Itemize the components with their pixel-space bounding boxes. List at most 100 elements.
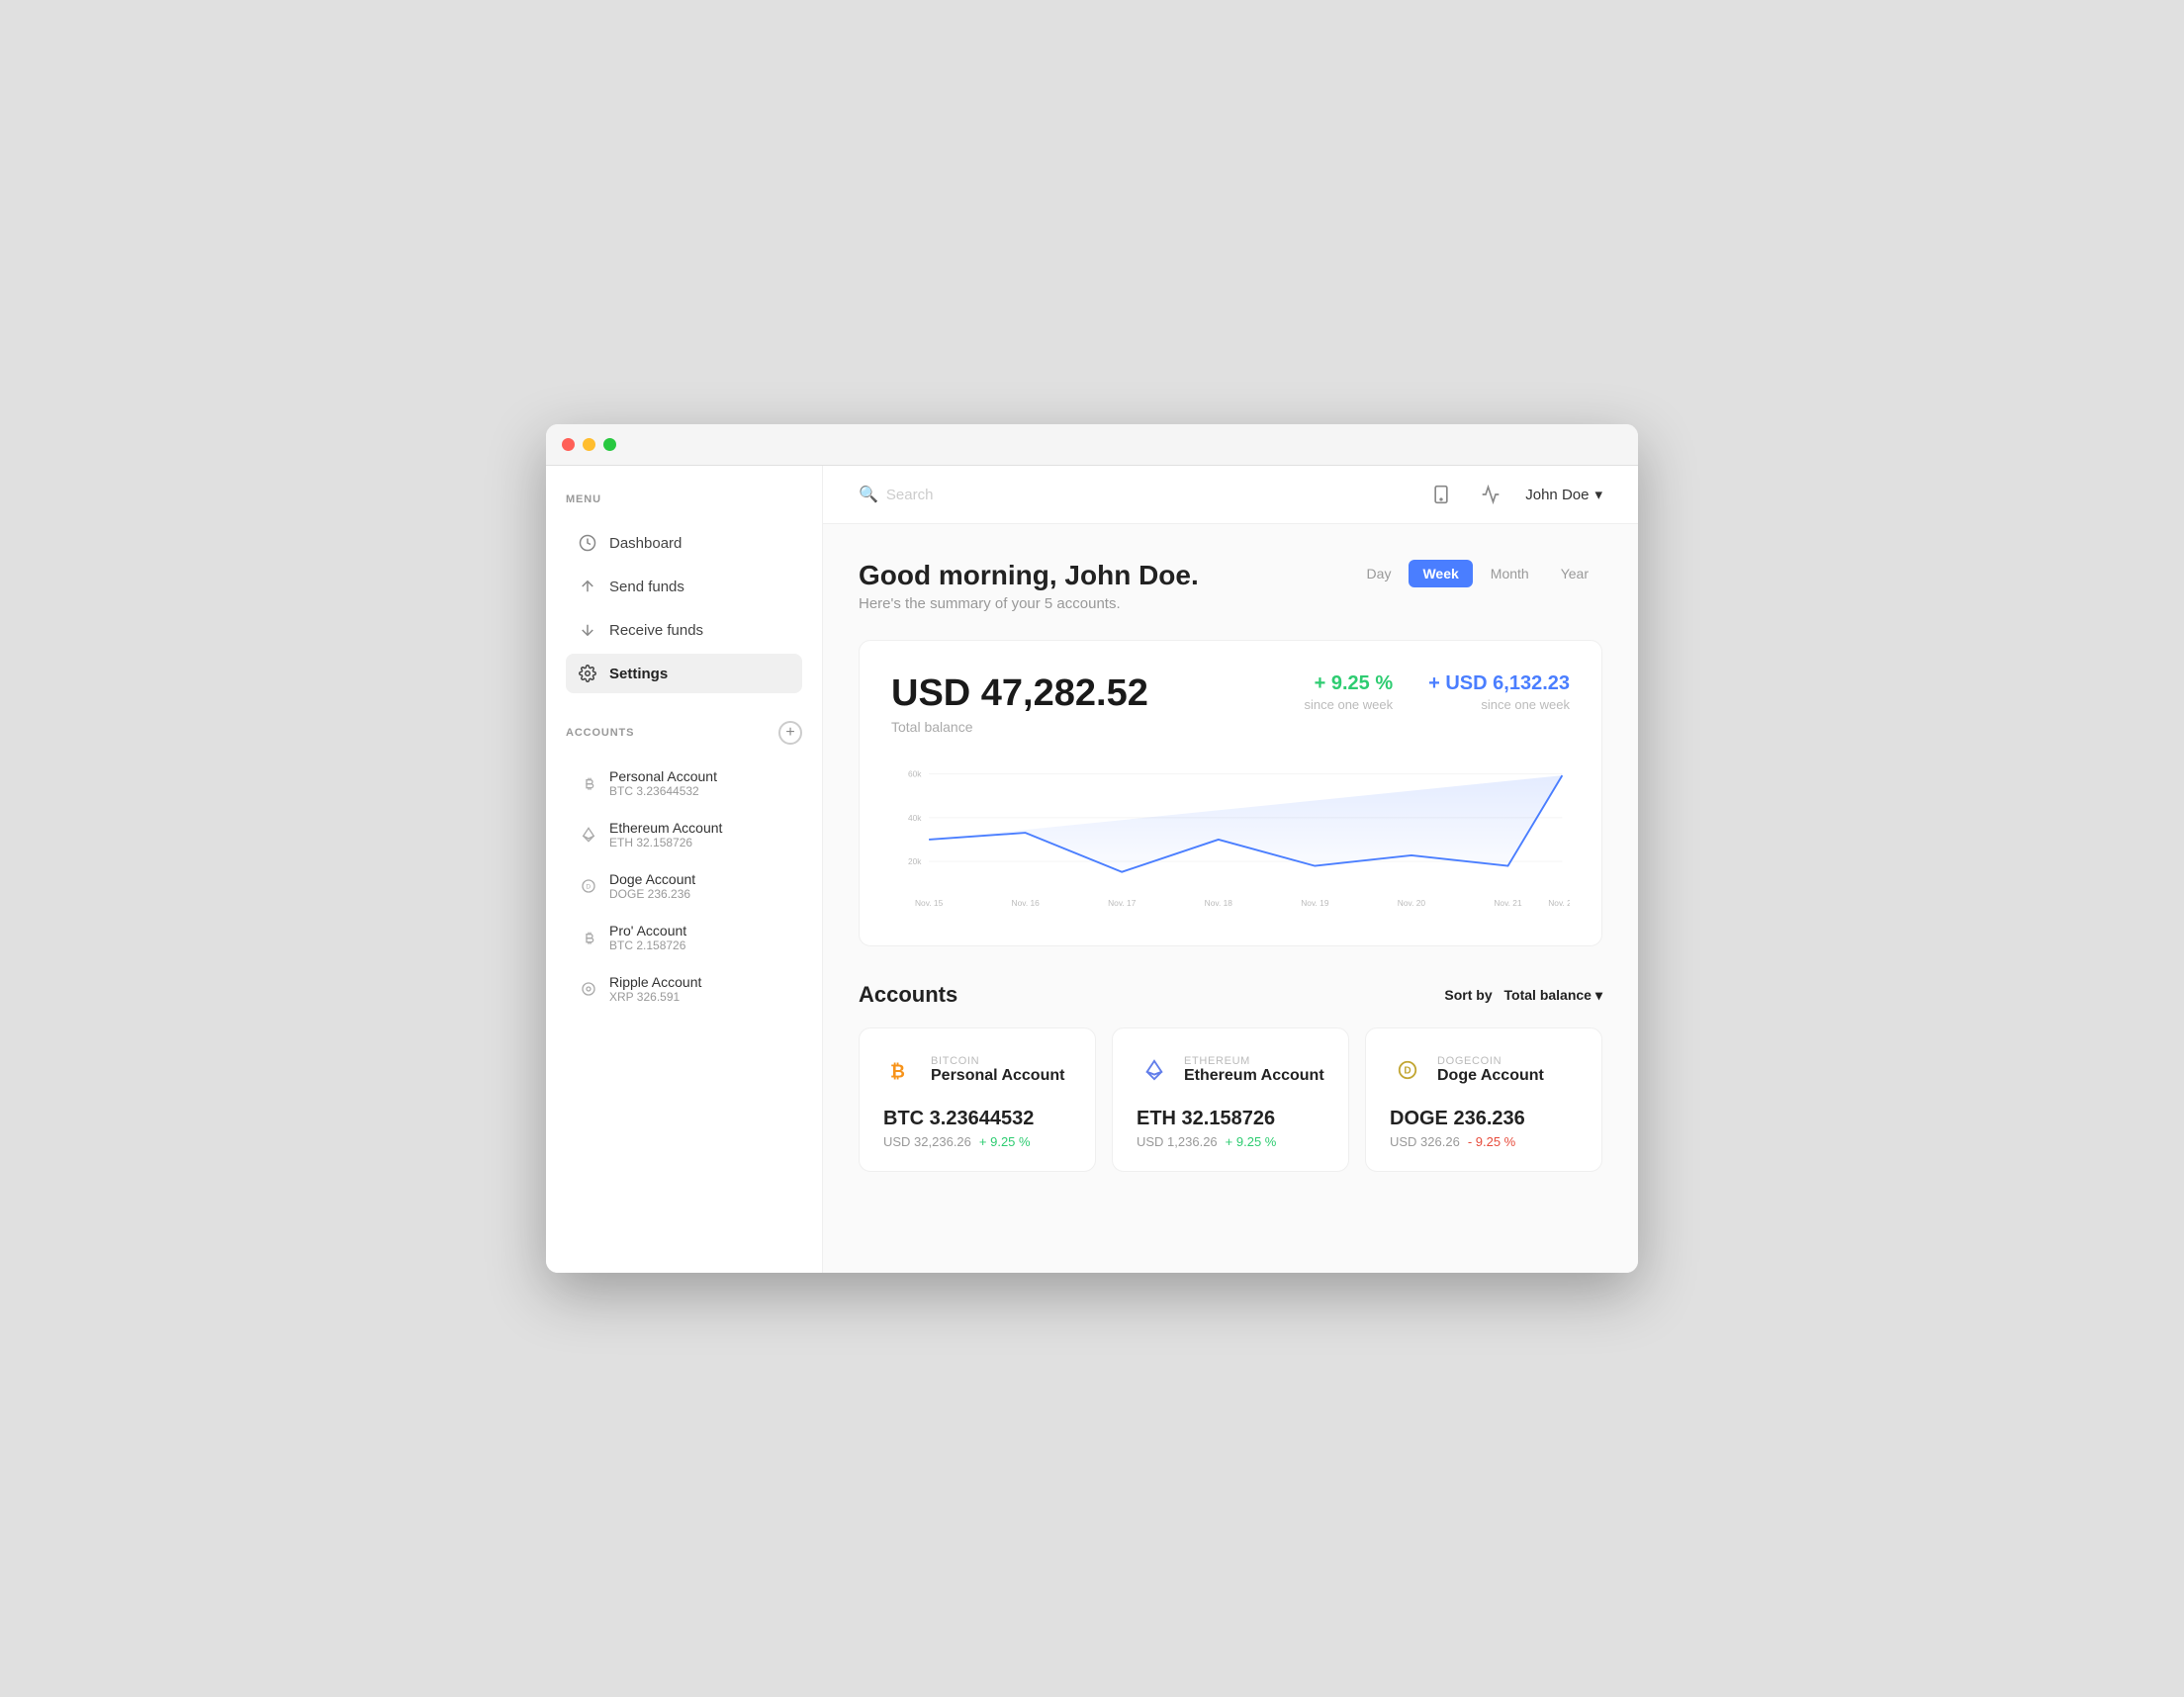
card-crypto-label: ETHEREUM: [1184, 1055, 1324, 1067]
accounts-section-header: Accounts Sort by Total balance ▾: [859, 982, 1602, 1008]
account-cards: ₿ BITCOIN Personal Account BTC 3.2364453…: [859, 1027, 1602, 1172]
svg-text:Nov. 17: Nov. 17: [1108, 898, 1137, 908]
sidebar-account-doge[interactable]: D Doge Account DOGE 236.236: [566, 861, 802, 911]
card-change: - 9.25 %: [1468, 1134, 1515, 1149]
sidebar-account-ethereum[interactable]: Ethereum Account ETH 32.158726: [566, 810, 802, 859]
user-name: John Doe: [1525, 487, 1589, 503]
greeting-title: Good morning, John Doe.: [859, 560, 1199, 591]
titlebar: [546, 424, 1638, 466]
gear-icon: [578, 664, 597, 683]
svg-text:Nov. 19: Nov. 19: [1301, 898, 1329, 908]
period-filters: Day Week Month Year: [1353, 560, 1602, 587]
sidebar-account-personal[interactable]: Personal Account BTC 3.23644532: [566, 759, 802, 808]
sort-label: Sort by: [1444, 987, 1492, 1003]
search-icon: 🔍: [859, 485, 878, 504]
accounts-section: Accounts Sort by Total balance ▾ ₿ BITCO…: [859, 982, 1602, 1172]
user-menu[interactable]: John Doe ▾: [1525, 486, 1602, 503]
account-card-ethereum[interactable]: ETHEREUM Ethereum Account ETH 32.158726 …: [1112, 1027, 1349, 1172]
doge-sidebar-icon: D: [578, 875, 599, 897]
greeting-sub: Here's the summary of your 5 accounts.: [859, 595, 1199, 612]
eth-sidebar-icon: [578, 824, 599, 846]
chevron-down-icon: ▾: [1594, 486, 1602, 503]
card-account-name: Doge Account: [1437, 1067, 1544, 1085]
minimize-dot[interactable]: [583, 438, 595, 451]
accounts-section-title: Accounts: [859, 982, 957, 1008]
page-content: Good morning, John Doe. Here's the summa…: [823, 524, 1638, 1207]
btc-card-icon: ₿: [883, 1052, 919, 1088]
accounts-section-label: ACCOUNTS: [566, 727, 634, 739]
eth-card-icon: [1137, 1052, 1172, 1088]
total-balance-label: Total balance: [891, 719, 1148, 735]
sidebar-item-send[interactable]: Send funds: [566, 567, 802, 606]
nav-label: Send funds: [609, 579, 684, 595]
sidebar-account-ripple[interactable]: Ripple Account XRP 326.591: [566, 964, 802, 1014]
svg-text:D: D: [1404, 1066, 1410, 1077]
account-name: Ripple Account: [609, 974, 701, 990]
activity-icon[interactable]: [1476, 480, 1505, 509]
stat-percent-value: + 9.25 %: [1305, 672, 1394, 695]
greeting-text: Good morning, John Doe. Here's the summa…: [859, 560, 1199, 612]
device-icon[interactable]: [1426, 480, 1456, 509]
stat-percent-label: since one week: [1305, 697, 1394, 712]
svg-text:Nov. 15: Nov. 15: [915, 898, 944, 908]
arrow-down-icon: [578, 620, 597, 640]
card-usd-value: USD 32,236.26: [883, 1134, 971, 1149]
sort-chevron-icon: ▾: [1595, 987, 1602, 1004]
accounts-header: ACCOUNTS +: [566, 721, 802, 745]
card-account-name: Ethereum Account: [1184, 1067, 1324, 1085]
account-name: Doge Account: [609, 871, 695, 887]
period-week[interactable]: Week: [1409, 560, 1472, 587]
main-content: 🔍 Search: [823, 466, 1638, 1273]
svg-text:Nov. 21: Nov. 21: [1494, 898, 1522, 908]
account-sub: BTC 3.23644532: [609, 784, 717, 798]
close-dot[interactable]: [562, 438, 575, 451]
account-card-bitcoin[interactable]: ₿ BITCOIN Personal Account BTC 3.2364453…: [859, 1027, 1096, 1172]
maximize-dot[interactable]: [603, 438, 616, 451]
nav-label: Settings: [609, 666, 668, 682]
nav-label: Dashboard: [609, 535, 682, 552]
doge-card-icon: D: [1390, 1052, 1425, 1088]
period-year[interactable]: Year: [1547, 560, 1602, 587]
period-month[interactable]: Month: [1477, 560, 1543, 587]
account-card-dogecoin[interactable]: D DOGECOIN Doge Account DOGE 236.236 USD…: [1365, 1027, 1602, 1172]
account-name: Ethereum Account: [609, 820, 722, 836]
svg-text:40k: 40k: [908, 813, 922, 823]
card-change: + 9.25 %: [979, 1134, 1031, 1149]
clock-icon: [578, 533, 597, 553]
sidebar-item-receive[interactable]: Receive funds: [566, 610, 802, 650]
account-name: Personal Account: [609, 768, 717, 784]
sort-value: Total balance: [1504, 987, 1592, 1003]
sidebar: MENU Dashboard Send funds Receive funds …: [546, 466, 823, 1273]
card-usd-value: USD 1,236.26: [1137, 1134, 1218, 1149]
nav-items: Dashboard Send funds Receive funds Setti…: [566, 523, 802, 693]
xrp-sidebar-icon: [578, 978, 599, 1000]
card-crypto-label: BITCOIN: [931, 1055, 1064, 1067]
period-day[interactable]: Day: [1353, 560, 1406, 587]
total-balance-value: USD 47,282.52: [891, 672, 1148, 715]
app-body: MENU Dashboard Send funds Receive funds …: [546, 466, 1638, 1273]
stat-usd-value: + USD 6,132.23: [1428, 672, 1570, 695]
menu-label: MENU: [566, 493, 802, 505]
svg-text:20k: 20k: [908, 856, 922, 866]
svg-text:Nov. 18: Nov. 18: [1205, 898, 1233, 908]
svg-text:Nov. 16: Nov. 16: [1012, 898, 1041, 908]
stat-percent: + 9.25 % since one week: [1305, 672, 1394, 712]
svg-text:Nov. 22: Nov. 22: [1548, 898, 1570, 908]
card-balance: DOGE 236.236: [1390, 1108, 1578, 1130]
card-usd-value: USD 326.26: [1390, 1134, 1460, 1149]
arrow-up-icon: [578, 577, 597, 596]
account-sub: ETH 32.158726: [609, 836, 722, 849]
sidebar-account-pro[interactable]: Pro' Account BTC 2.158726: [566, 913, 802, 962]
chart-container: 60k 40k 20k: [891, 766, 1570, 922]
add-account-button[interactable]: +: [778, 721, 802, 745]
sort-control[interactable]: Sort by Total balance ▾: [1444, 987, 1602, 1004]
search-input[interactable]: Search: [886, 487, 934, 503]
sidebar-item-dashboard[interactable]: Dashboard: [566, 523, 802, 563]
svg-text:Nov. 20: Nov. 20: [1398, 898, 1426, 908]
stat-usd-label: since one week: [1428, 697, 1570, 712]
card-balance: BTC 3.23644532: [883, 1108, 1071, 1130]
svg-text:₿: ₿: [890, 1061, 905, 1082]
account-sub: BTC 2.158726: [609, 938, 686, 952]
sidebar-item-settings[interactable]: Settings: [566, 654, 802, 693]
account-sub: DOGE 236.236: [609, 887, 695, 901]
